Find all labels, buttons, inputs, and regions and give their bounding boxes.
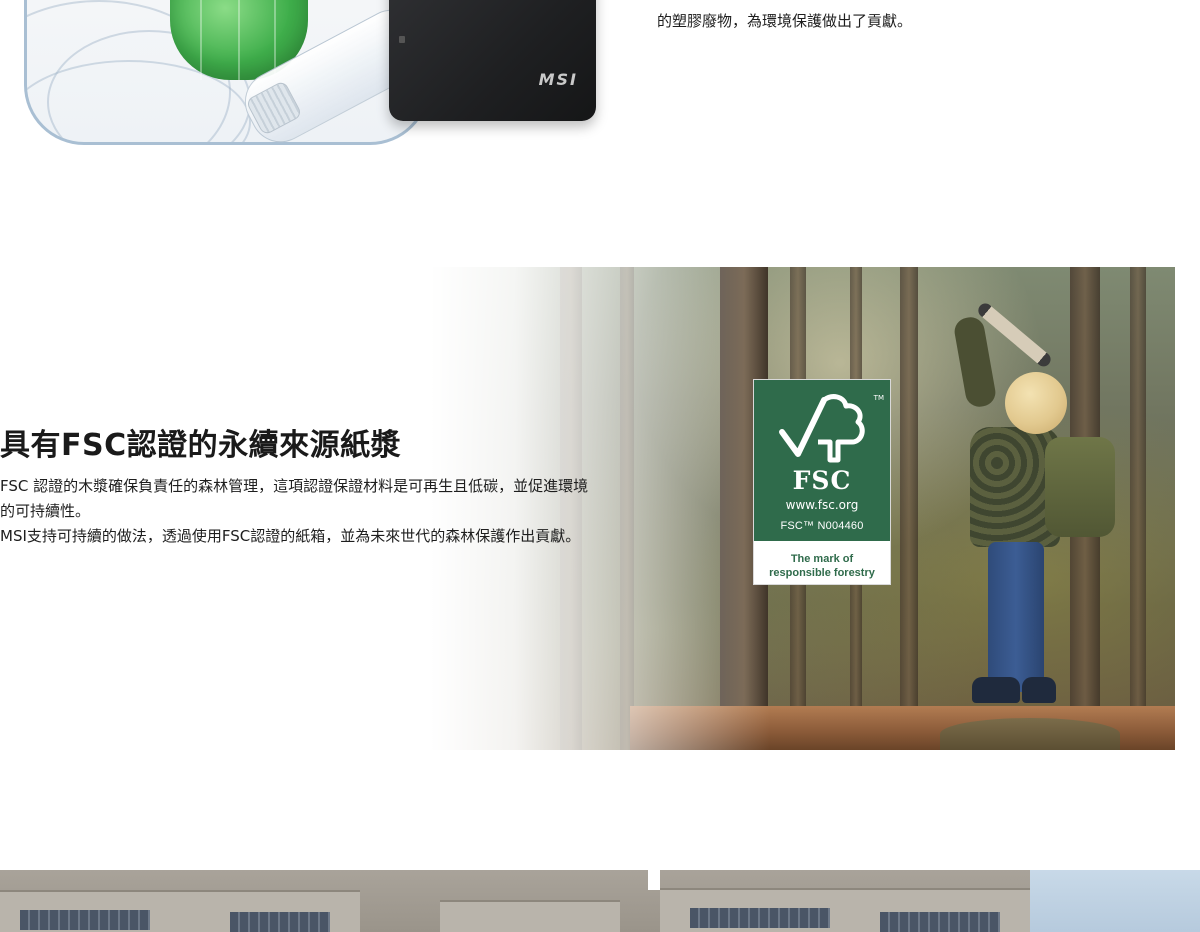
fsc-mark-line-2: responsible forestry bbox=[769, 567, 875, 579]
fsc-license-code: FSC™ N004460 bbox=[780, 520, 864, 532]
fsc-badge: TM FSC www.fsc.org FSC™ N004460 The mark… bbox=[753, 379, 891, 585]
factory-rooftop-image bbox=[0, 870, 1200, 932]
fsc-trademark: TM bbox=[873, 394, 884, 402]
page: MSI 的塑膠廢物，為環境保護做出了貢獻。 TM FSC www.fsc.org… bbox=[0, 0, 1200, 932]
recycled-plastic-text: 的塑膠廢物，為環境保護做出了貢獻。 bbox=[657, 0, 1177, 34]
pc-port bbox=[399, 36, 405, 43]
msi-logo: MSI bbox=[538, 70, 578, 89]
tree-stump bbox=[940, 718, 1120, 750]
fsc-paragraph-1: FSC 認證的木漿確保負責任的森林管理，這項認證保證材料是可再生且低碳，並促進環… bbox=[0, 477, 589, 520]
fsc-badge-green-panel: TM FSC www.fsc.org FSC™ N004460 bbox=[754, 380, 890, 541]
text-line-clipped bbox=[657, 0, 1177, 9]
sky-corner bbox=[1030, 870, 1200, 932]
fsc-name: FSC bbox=[792, 466, 852, 495]
recycled-plastic-description: 的塑膠廢物，為環境保護做出了貢獻。 bbox=[657, 12, 913, 30]
fsc-description: FSC 認證的木漿確保負責任的森林管理，這項認證保證材料是可再生且低碳，並促進環… bbox=[0, 474, 600, 549]
child-with-telescope bbox=[950, 287, 1150, 717]
fsc-divider bbox=[754, 541, 890, 544]
fsc-checkmark-tree-icon bbox=[779, 394, 865, 463]
msi-mini-pc: MSI bbox=[389, 0, 596, 121]
fsc-heading: 具有FSC認證的永續來源紙漿 bbox=[0, 428, 402, 463]
recycled-plastic-image: MSI bbox=[0, 0, 640, 150]
fsc-mark-text: The mark of responsible forestry bbox=[754, 552, 890, 580]
fsc-url: www.fsc.org bbox=[785, 498, 859, 512]
fsc-mark-line-1: The mark of bbox=[790, 553, 854, 565]
fsc-paragraph-2: MSI支持可持續的做法，透過使用FSC認證的紙箱，並為未來世代的森林保護作出貢獻… bbox=[0, 527, 581, 545]
